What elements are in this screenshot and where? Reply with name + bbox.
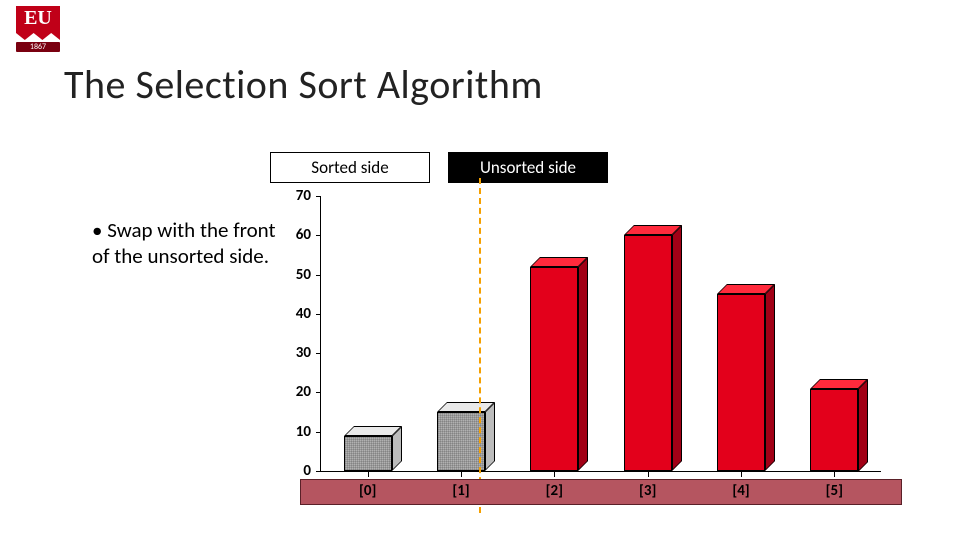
chart-bar-front [344,436,392,471]
chart-bar-top [624,225,682,235]
chart-bars [321,196,881,471]
bullet-text: • Swap with the front of the unsorted si… [92,218,277,269]
x-axis-category-label: [5] [826,482,843,500]
sorted-side-label: Sorted side [270,152,430,183]
y-axis-tick-label: 10 [296,423,311,441]
x-axis-tick [368,471,369,477]
chart-bar-top [530,257,588,267]
x-axis-category-label: [4] [732,482,749,500]
y-axis-tick [316,432,321,433]
y-axis-tick-label: 0 [303,462,311,480]
y-axis-tick-label: 60 [296,226,311,244]
logo: EU 1867 [16,6,60,60]
chart-bar-top [810,379,868,389]
bullet-text-span: Swap with the front of the unsorted side… [92,217,276,269]
x-axis-tick [741,471,742,477]
logo-year: 1867 [16,42,60,52]
y-axis-tick [316,353,321,354]
y-axis-tick-label: 70 [296,187,311,205]
chart-bar-side [765,284,775,471]
chart-bar-front [437,412,485,471]
chart-bar-side [858,379,868,472]
y-axis-tick-label: 30 [296,344,311,362]
page-title: The Selection Sort Algorithm [64,60,543,109]
chart-bar [717,294,765,471]
chart-bar-front [810,389,858,472]
y-axis-tick [316,471,321,472]
y-axis-tick [316,275,321,276]
y-axis-tick [316,196,321,197]
chart-bar-top [344,426,402,436]
chart-bar [530,267,578,471]
logo-flag-text: EU [16,6,60,30]
chart: 010203040506070 [0] [1] [2] [3] [4] [5] [270,196,910,516]
x-axis-tick [648,471,649,477]
x-axis-label-strip: [0] [1] [2] [3] [4] [5] [300,479,902,505]
x-axis-tick [834,471,835,477]
unsorted-side-label: Unsorted side [448,152,608,183]
x-axis-tick [554,471,555,477]
chart-bar-front [717,294,765,471]
y-axis-tick-label: 40 [296,305,311,323]
y-axis-tick [316,235,321,236]
chart-bar-front [530,267,578,471]
chart-bar-front [624,235,672,471]
chart-bar [624,235,672,471]
x-axis-category-label: [3] [639,482,656,500]
y-axis-tick [316,392,321,393]
y-axis-tick-label: 20 [296,383,311,401]
y-axis-tick [316,314,321,315]
y-axis-tick-label: 50 [296,266,311,284]
sorted-unsorted-divider [479,178,481,513]
chart-bar-top [437,402,495,412]
chart-bar [810,389,858,472]
x-axis-category-label: [0] [359,482,376,500]
x-axis-category-label: [1] [452,482,469,500]
chart-bar-side [578,257,588,471]
x-axis-tick [461,471,462,477]
chart-plot-area: 010203040506070 [320,196,881,472]
chart-bar [437,412,485,471]
x-axis-category-label: [2] [546,482,563,500]
chart-bar-side [485,402,495,471]
chart-bar [344,436,392,471]
chart-bar-side [672,225,682,471]
